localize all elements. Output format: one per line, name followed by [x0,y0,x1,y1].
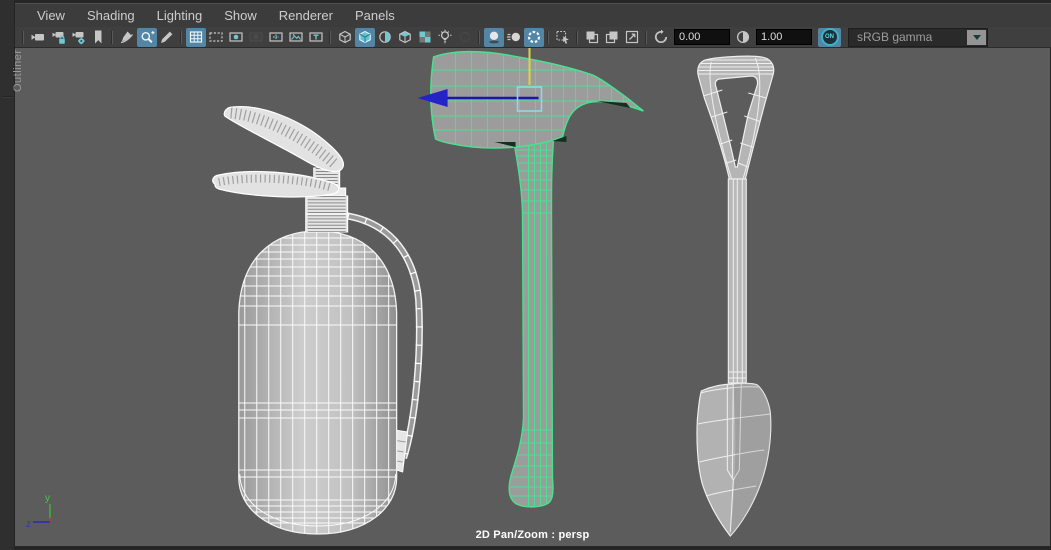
axis-indicator: y z [26,493,51,530]
wireframe-on-shaded-button[interactable] [375,28,395,47]
toolbar-separator [330,30,331,44]
viewport-scene: y z [26,47,776,537]
gamma-field[interactable] [756,29,812,45]
image-plane-button[interactable] [286,28,306,47]
previous-view-button[interactable] [582,28,602,47]
menu-panels[interactable]: Panels [344,6,406,25]
toolbar-separator [479,30,480,44]
motion-blur-button[interactable] [504,28,524,47]
on-badge: ON [820,28,839,46]
viewport-persp[interactable]: y z 2D Pan/Zoom : persp [14,47,1050,546]
toolbar-icons [19,27,642,47]
shovel-model[interactable] [696,55,776,537]
smooth-shade-button[interactable] [355,27,375,47]
select-camera-button[interactable] [28,28,48,47]
menu-lighting[interactable]: Lighting [146,6,214,25]
menu-view[interactable]: View [26,6,76,25]
shadows-button[interactable] [455,28,475,47]
annotate-pencil-button[interactable] [157,28,177,47]
viewport-snapshot-button[interactable] [622,28,642,47]
next-view-button[interactable] [602,28,622,47]
toolbar-separator [646,30,647,44]
menu-shading[interactable]: Shading [76,6,146,25]
fire-extinguisher-model[interactable] [212,106,423,536]
toolbar-separator [577,30,578,44]
anti-aliasing-button[interactable] [524,27,544,47]
exposure-field[interactable] [674,29,730,45]
panel-menu-bar: View Shading Lighting Show Renderer Pane… [14,3,1051,28]
textured-display-button[interactable] [395,28,415,47]
camera-attributes-button[interactable] [68,28,88,47]
panel-toolbar: ON sRGB gamma [14,27,1051,48]
gamma-contrast-icon[interactable] [733,28,753,47]
toolbar-separator [23,30,24,44]
ambient-occlusion-button[interactable] [484,27,504,47]
field-chart-button[interactable] [266,28,286,47]
toolbar-separator [548,30,549,44]
hud-toggle-button[interactable] [306,28,326,47]
chevron-down-icon[interactable] [967,29,986,45]
bookmarks-button[interactable] [88,28,108,47]
film-gate-button[interactable] [206,28,226,47]
wireframe-display-button[interactable] [335,28,355,47]
outliner-panel-strip[interactable]: Outliner [0,0,24,550]
toolbar-separator [181,30,182,44]
menu-renderer[interactable]: Renderer [268,6,344,25]
default-material-button[interactable] [415,28,435,47]
fire-axe-model[interactable] [429,47,647,508]
exposure-icon[interactable] [651,28,671,47]
gate-mask-button[interactable] [246,28,266,47]
hud-panzoom-label: 2D Pan/Zoom : persp [475,529,590,541]
menu-show[interactable]: Show [213,6,268,25]
outliner-panel-label: Outliner [12,49,24,92]
pan-zoom-tool-button[interactable] [137,27,157,47]
resolution-gate-button[interactable] [226,28,246,47]
grease-pencil-button[interactable] [117,28,137,47]
lights-button[interactable] [435,28,455,47]
lock-camera-button[interactable] [48,28,68,47]
isolate-select-button[interactable] [553,28,573,47]
axis-y-label: y [45,493,50,504]
view-transform-value: sRGB gamma [857,30,933,44]
color-management-toggle[interactable]: ON [818,27,841,47]
panel-divider [2,96,12,98]
view-transform-dropdown[interactable]: sRGB gamma [848,27,988,47]
grid-toggle-button[interactable] [186,27,206,47]
toolbar-separator [112,30,113,44]
